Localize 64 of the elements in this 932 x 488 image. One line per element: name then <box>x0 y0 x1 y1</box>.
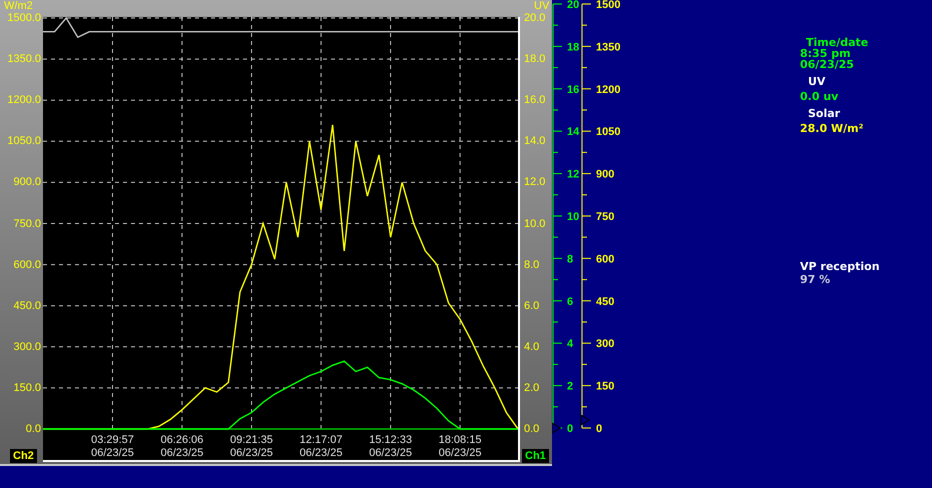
reading-value: 8:35 pm <box>800 48 851 59</box>
scale-label: 150 <box>596 380 614 393</box>
scale-label: 1500 <box>596 0 620 11</box>
scale-label: 18 <box>567 41 580 54</box>
axis-tick-label: 0.0 <box>26 423 41 435</box>
scale-label: 750 <box>596 211 614 223</box>
reception-value: 97 % <box>800 273 832 286</box>
reading-value: 28.0 W/m² <box>800 123 864 134</box>
axis-tick-label: 14.0 <box>524 135 546 148</box>
reading-label: Solar <box>808 108 842 119</box>
time-axis-label: 12:17:07 06/23/25 <box>298 434 344 460</box>
axis-tick-label: 300.0 <box>13 340 41 353</box>
axis-tick-label: 900.0 <box>13 176 41 188</box>
scale-label: 10 <box>567 211 580 223</box>
axis-tick-label: 750.0 <box>13 218 41 230</box>
scale-label: 600 <box>596 253 614 266</box>
scale-label: 450 <box>596 296 614 308</box>
reception-label: VP reception <box>800 260 880 273</box>
axis-tick-label: 1350.0 <box>7 53 41 66</box>
axis-tick-label: 20.0 <box>524 12 546 24</box>
scale-label: 16 <box>567 84 580 96</box>
time-axis-label: 18:08:15 06/23/25 <box>438 434 482 460</box>
axis-tick-label: 1050.0 <box>7 135 41 148</box>
scale-label: 1350 <box>596 41 620 54</box>
scale-label: 1050 <box>596 126 620 138</box>
scale-label: 1200 <box>596 84 620 96</box>
axis-tick-label: 0.0 <box>524 423 540 435</box>
scale-label: 20 <box>567 0 580 11</box>
reading-value: 0.0 uv <box>800 91 840 102</box>
axis-tick-label: 450.0 <box>13 300 41 312</box>
axis-tick-label: 2.0 <box>524 382 540 394</box>
time-axis-label: 09:21:35 06/23/25 <box>229 434 274 460</box>
reading-value: 06/23/25 <box>800 59 855 70</box>
reading-label: Time/date <box>806 37 870 48</box>
scale-label: 4 <box>567 338 574 350</box>
scale-label: 0 <box>596 423 602 435</box>
channel-badge: Ch1 <box>522 449 549 463</box>
axis-tick-label: 18.0 <box>524 53 546 66</box>
axis-tick-label: 10.0 <box>524 218 546 230</box>
axis-tick-label: 6.0 <box>524 300 540 312</box>
axis-tick-label: 1500.0 <box>7 12 41 24</box>
axis-tick-label: 150.0 <box>13 382 41 394</box>
axis-tick-label: 8.0 <box>524 258 540 271</box>
time-axis-label: 06:26:06 06/23/25 <box>160 434 204 460</box>
scale-label: 6 <box>567 296 574 308</box>
scale-label: 900 <box>596 168 614 181</box>
reading-label: UV <box>808 76 826 87</box>
scale-label: 2 <box>567 380 574 393</box>
channel-badge: Ch2 <box>10 449 37 463</box>
scale-label: 14 <box>567 126 580 138</box>
axis-tick-label: 4.0 <box>524 340 540 353</box>
axis-unit: UV <box>534 0 550 12</box>
axis-tick-label: 12.0 <box>524 176 546 188</box>
time-axis-label: 15:12:33 06/23/25 <box>368 434 413 460</box>
time-axis-label: 03:29:57 06/23/25 <box>90 434 135 460</box>
axis-tick-label: 1200.0 <box>7 94 41 106</box>
scale-label: 12 <box>567 168 580 181</box>
marker-icon <box>580 414 590 426</box>
axis-tick-label: 600.0 <box>13 258 41 271</box>
axis-tick-label: 16.0 <box>524 94 546 106</box>
scale-label: 300 <box>596 338 614 350</box>
scale-label: 8 <box>567 253 574 266</box>
scale-label: 0 <box>567 423 574 435</box>
axis-unit: W/m2 <box>4 0 33 12</box>
